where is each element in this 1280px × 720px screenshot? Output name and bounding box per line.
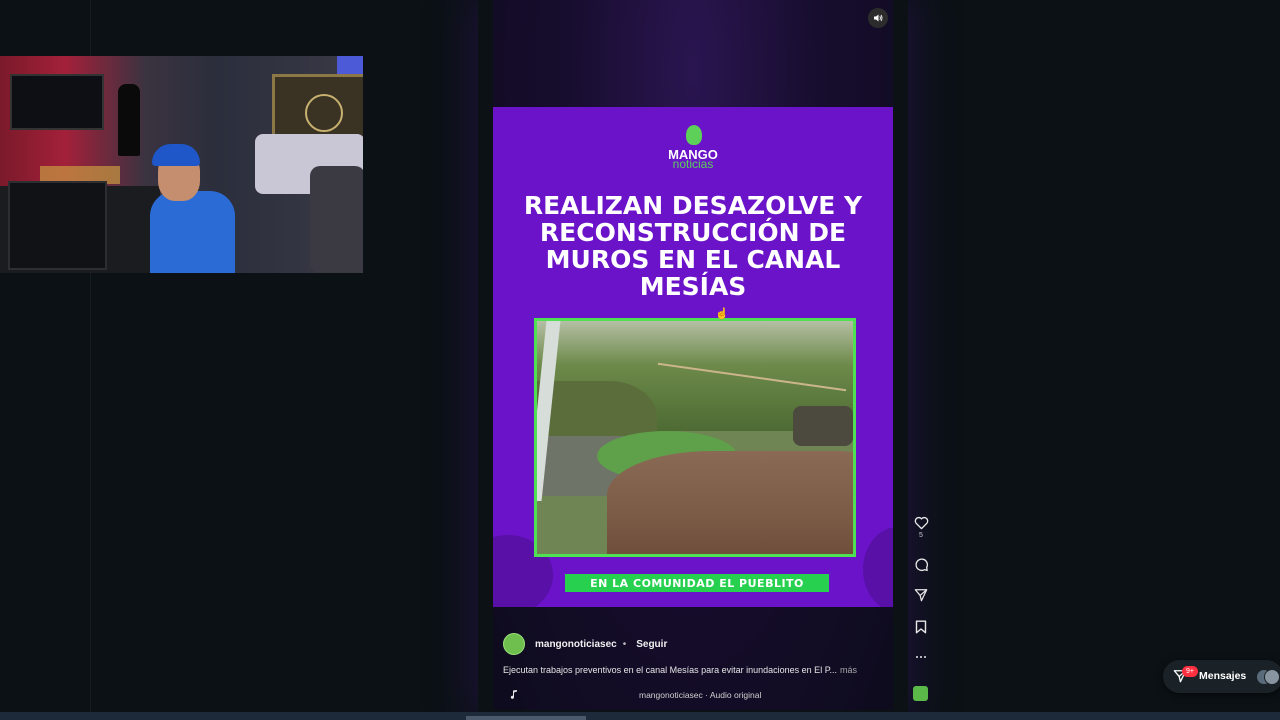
- post-image[interactable]: MANGO noticias REALIZAN DESAZOLVE Y RECO…: [493, 107, 893, 607]
- webcam-screen: [8, 181, 107, 270]
- decorative-mango-right: [863, 527, 893, 607]
- bookmark-icon: [915, 620, 927, 634]
- webcam-overlay: [0, 56, 363, 273]
- location-banner: EN LA COMUNIDAD EL PUEBLITO: [565, 574, 829, 592]
- webcam-chair: [310, 166, 363, 273]
- webcam-person-cap: [152, 144, 200, 166]
- post-headline: REALIZAN DESAZOLVE Y RECONSTRUCCIÓN DE M…: [523, 191, 863, 301]
- taskbar: [0, 712, 1280, 720]
- messages-badge: 9+: [1182, 666, 1198, 677]
- follow-button[interactable]: Seguir: [636, 639, 667, 650]
- taskbar-item[interactable]: [466, 716, 586, 720]
- messages-avatars: [1256, 669, 1280, 685]
- more-icon: [916, 656, 926, 658]
- caption-more-link[interactable]: más: [840, 665, 857, 675]
- audio-thumbnail[interactable]: [913, 686, 928, 701]
- like-count: 5: [919, 532, 923, 539]
- messages-label: Mensajes: [1199, 670, 1247, 682]
- comment-icon: [914, 558, 928, 572]
- webcam-frame-logo: [305, 94, 343, 132]
- music-note-icon: [510, 689, 518, 701]
- post-caption: Ejecutan trabajos preventivos en el cana…: [503, 665, 857, 675]
- save-button[interactable]: [910, 620, 932, 634]
- mouse-cursor-icon: ☝: [715, 308, 729, 320]
- heart-icon: [914, 516, 928, 530]
- like-button[interactable]: 5: [910, 516, 932, 539]
- speaker-icon: [874, 14, 883, 22]
- webcam-figure: [118, 84, 140, 156]
- author-avatar[interactable]: [503, 633, 525, 655]
- webcam-window: [337, 56, 363, 76]
- brand-subtitle: noticias: [672, 157, 714, 171]
- photo-excavator-tread: [793, 406, 853, 446]
- more-options-button[interactable]: [910, 655, 932, 659]
- separator-dot: •: [622, 638, 627, 650]
- send-icon: [914, 589, 928, 602]
- caption-text: Ejecutan trabajos preventivos en el cana…: [503, 665, 838, 675]
- photo-dirt: [607, 451, 853, 554]
- mango-logo-icon: [686, 125, 702, 145]
- author-row: mangonoticiasec • Seguir: [503, 633, 667, 655]
- webcam-person-body: [150, 191, 235, 273]
- avatar: [1264, 669, 1280, 685]
- author-username[interactable]: mangonoticiasec: [535, 639, 617, 650]
- comment-button[interactable]: [910, 557, 932, 572]
- messages-button[interactable]: 9+ Mensajes: [1163, 660, 1280, 693]
- audio-label[interactable]: mangonoticiasec · Audio original: [639, 690, 761, 700]
- webcam-monitor: [10, 74, 104, 130]
- share-button[interactable]: [910, 588, 932, 602]
- sound-toggle-button[interactable]: [868, 8, 888, 28]
- canal-photo: [534, 318, 856, 557]
